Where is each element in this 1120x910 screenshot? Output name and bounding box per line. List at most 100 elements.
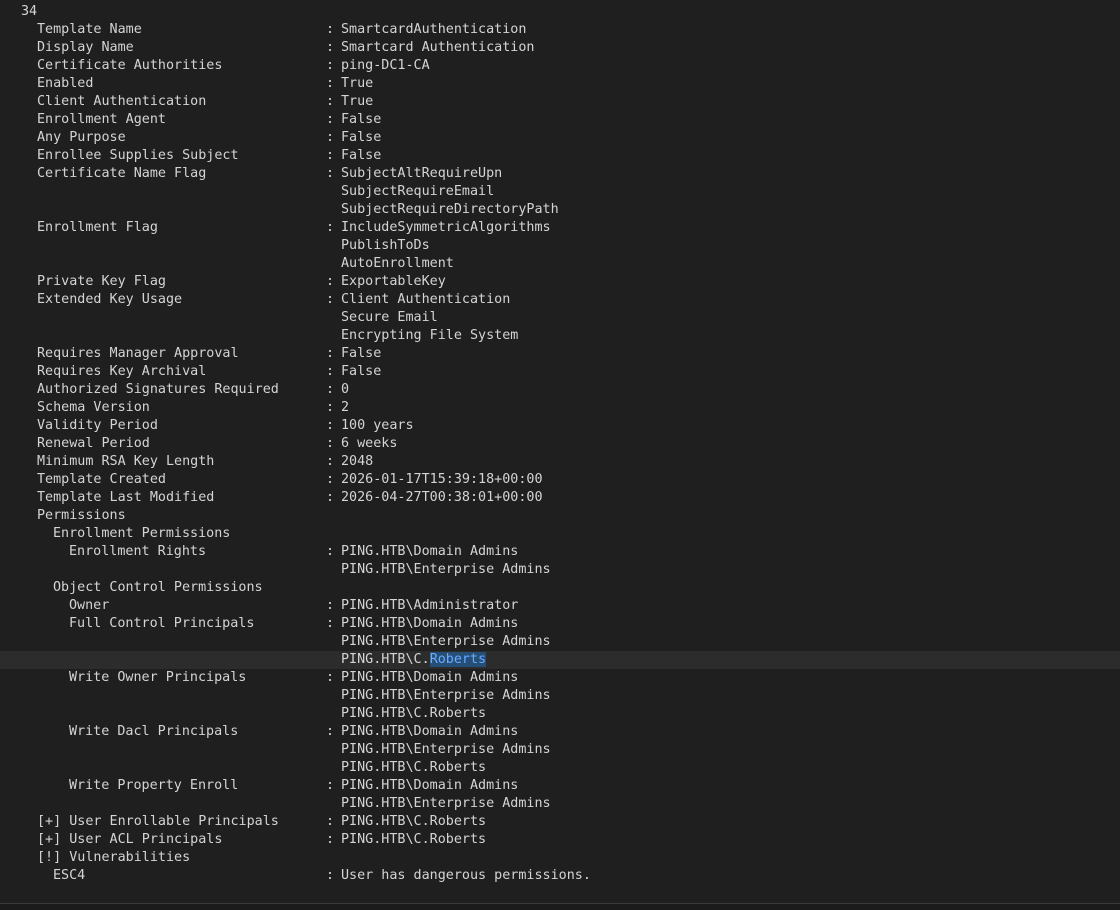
field-value: ExportableKey xyxy=(341,273,446,291)
field-label: Enrollment Rights xyxy=(69,544,207,559)
field-value-text: 2048 xyxy=(341,454,374,469)
field-value-text: SubjectRequireEmail xyxy=(341,184,495,199)
field-value-text: True xyxy=(341,94,374,109)
field-value-text: PING.HTB\Administrator xyxy=(341,598,519,613)
output-line: Owner: PING.HTB\Administrator xyxy=(0,597,1120,615)
output-line: Display Name: Smartcard Authentication xyxy=(0,39,1120,57)
field-label: Enabled xyxy=(37,76,94,91)
field-label: Permissions xyxy=(37,508,126,523)
terminal-output[interactable]: 34 Template Name: SmartcardAuthentication… xyxy=(0,3,1120,885)
field-value: 6 weeks xyxy=(341,435,397,453)
field-value-text: PING.HTB\C.Roberts xyxy=(341,760,487,775)
output-line: Encrypting File System xyxy=(0,327,1120,345)
field-separator: : xyxy=(326,724,335,739)
field-label: Requires Key Archival xyxy=(37,364,207,379)
output-line: Write Owner Principals: PING.HTB\Domain A… xyxy=(0,669,1120,687)
field-value-text: PING.HTB\Enterprise Admins xyxy=(341,634,551,649)
field-label: Full Control Principals xyxy=(69,616,255,631)
field-value-text: 2026-01-17T15:39:18+00:00 xyxy=(341,472,543,487)
field-value: PING.HTB\C.Roberts xyxy=(341,759,486,777)
field-label: [+] User ACL Principals xyxy=(37,832,223,847)
field-value-text: PING.HTB\Enterprise Admins xyxy=(341,688,551,703)
field-value: IncludeSymmetricAlgorithms xyxy=(341,219,551,237)
field-value: PING.HTB\Domain Admins xyxy=(341,669,518,687)
selected-text[interactable]: Roberts xyxy=(429,652,487,667)
terminal-window[interactable]: · ··· · ·· · · · ·· ·· · ·· ·· · ·· · ··… xyxy=(0,0,1120,910)
output-line: Enrollee Supplies Subject: False xyxy=(0,147,1120,165)
field-label: Minimum RSA Key Length xyxy=(37,454,215,469)
field-separator: : xyxy=(326,112,335,127)
field-value-text: PING.HTB\Domain Admins xyxy=(341,670,519,685)
field-label: Object Control Permissions xyxy=(53,580,263,595)
output-line: PING.HTB\Enterprise Admins xyxy=(0,633,1120,651)
field-value-text: AutoEnrollment xyxy=(341,256,454,271)
output-line: Write Dacl Principals: PING.HTB\Domain Ad… xyxy=(0,723,1120,741)
field-separator: : xyxy=(326,670,335,685)
output-line: Validity Period:100 years xyxy=(0,417,1120,435)
field-value-text: PING.HTB\C. xyxy=(341,652,430,667)
field-value: User has dangerous permissions. xyxy=(341,867,591,885)
field-value-text: False xyxy=(341,130,382,145)
output-line: PING.HTB\Enterprise Admins xyxy=(0,795,1120,813)
field-label: Extended Key Usage xyxy=(37,292,183,307)
output-line: [+] User Enrollable Principals: PING.HTB\… xyxy=(0,813,1120,831)
field-separator: : xyxy=(326,166,335,181)
field-value: True xyxy=(341,93,373,111)
field-value-text: PING.HTB\Enterprise Admins xyxy=(341,796,551,811)
output-line: PING.HTB\C.Roberts xyxy=(0,759,1120,777)
field-label: Write Dacl Principals xyxy=(69,724,239,739)
field-value: Encrypting File System xyxy=(341,327,518,345)
field-value: False xyxy=(341,147,381,165)
field-value-text: Smartcard Authentication xyxy=(341,40,535,55)
field-value: ping-DC1-CA xyxy=(341,57,430,75)
field-value-text: PING.HTB\Enterprise Admins xyxy=(341,742,551,757)
output-line: [+] User ACL Principals: PING.HTB\C.Rober… xyxy=(0,831,1120,849)
field-label: Schema Version xyxy=(37,400,150,415)
field-label: ESC4 xyxy=(53,868,86,883)
field-value-text: False xyxy=(341,364,382,379)
field-label: Write Owner Principals xyxy=(69,670,247,685)
field-label: Renewal Period xyxy=(37,436,150,451)
field-value: SubjectRequireDirectoryPath xyxy=(341,201,559,219)
output-line: Write Property Enroll: PING.HTB\Domain Ad… xyxy=(0,777,1120,795)
output-line: Enrollment Permissions xyxy=(0,525,1120,543)
field-value-text: PING.HTB\Domain Admins xyxy=(341,616,519,631)
terminal-bottom-edge xyxy=(0,903,1120,910)
output-line: Certificate Name Flag: SubjectAltRequireU… xyxy=(0,165,1120,183)
field-label: Requires Manager Approval xyxy=(37,346,239,361)
field-separator: : xyxy=(326,400,335,415)
field-separator: : xyxy=(326,58,335,73)
field-separator: : xyxy=(326,598,335,613)
field-value-text: PING.HTB\Domain Admins xyxy=(341,778,519,793)
field-label: Display Name xyxy=(37,40,134,55)
field-value: True xyxy=(341,75,373,93)
field-label: Validity Period xyxy=(37,418,158,433)
field-value: 2048 xyxy=(341,453,373,471)
field-separator: : xyxy=(326,544,335,559)
output-line: Private Key Flag: ExportableKey xyxy=(0,273,1120,291)
output-line: PING.HTB\C.Roberts xyxy=(0,705,1120,723)
field-value-text: ping-DC1-CA xyxy=(341,58,430,73)
field-value: PING.HTB\Domain Admins xyxy=(341,615,518,633)
field-separator: : xyxy=(326,472,335,487)
field-label: Certificate Name Flag xyxy=(37,166,207,181)
field-value: 0 xyxy=(341,381,349,399)
output-line: Object Control Permissions xyxy=(0,579,1120,597)
output-line: Renewal Period:6 weeks xyxy=(0,435,1120,453)
field-label: Template Name xyxy=(37,22,142,37)
field-value: False xyxy=(341,111,381,129)
field-value-text: 6 weeks xyxy=(341,436,398,451)
field-value-text: ExportableKey xyxy=(341,274,446,289)
field-value-text: Secure Email xyxy=(341,310,438,325)
certificate-template-details: Template Name: SmartcardAuthentication Dis… xyxy=(0,21,1120,885)
field-value-text: 2 xyxy=(341,400,350,415)
output-line: ESC4: User has dangerous permissions. xyxy=(0,867,1120,885)
output-line: Client Authentication: True xyxy=(0,93,1120,111)
field-value: False xyxy=(341,363,381,381)
field-value: SubjectAltRequireUpn xyxy=(341,165,502,183)
field-value: SmartcardAuthentication xyxy=(341,21,526,39)
output-line: AutoEnrollment xyxy=(0,255,1120,273)
field-value: 100 years xyxy=(341,417,414,435)
field-value-text: PING.HTB\C.Roberts xyxy=(341,814,487,829)
field-value-text: 2026-04-27T00:38:01+00:00 xyxy=(341,490,543,505)
